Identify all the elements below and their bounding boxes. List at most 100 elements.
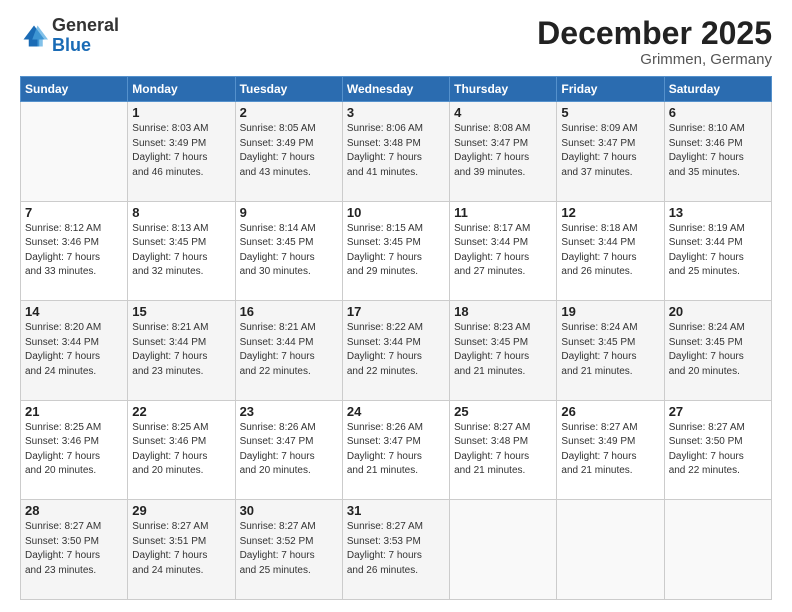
day-number: 1: [132, 105, 230, 120]
day-number: 24: [347, 404, 445, 419]
logo-text: General Blue: [52, 16, 119, 56]
logo-icon: [20, 22, 48, 50]
table-row: 9 Sunrise: 8:14 AMSunset: 3:45 PMDaylight…: [235, 201, 342, 301]
day-info: Sunrise: 8:14 AMSunset: 3:45 PMDaylight:…: [240, 222, 338, 280]
header-monday: Monday: [128, 77, 235, 102]
table-row: 30 Sunrise: 8:27 AMSunset: 3:52 PMDayligh…: [235, 500, 342, 600]
day-info: Sunrise: 8:13 AMSunset: 3:45 PMDaylight:…: [132, 222, 230, 280]
day-number: 3: [347, 105, 445, 120]
day-number: 8: [132, 205, 230, 220]
table-row: 17 Sunrise: 8:22 AMSunset: 3:44 PMDayligh…: [342, 301, 449, 401]
header-friday: Friday: [557, 77, 664, 102]
day-number: 22: [132, 404, 230, 419]
day-number: 28: [25, 503, 123, 518]
day-number: 31: [347, 503, 445, 518]
day-number: 7: [25, 205, 123, 220]
day-number: 12: [561, 205, 659, 220]
calendar-week-row: 28 Sunrise: 8:27 AMSunset: 3:50 PMDayligh…: [21, 500, 772, 600]
header-saturday: Saturday: [664, 77, 771, 102]
day-info: Sunrise: 8:22 AMSunset: 3:44 PMDaylight:…: [347, 321, 445, 379]
day-info: Sunrise: 8:27 AMSunset: 3:48 PMDaylight:…: [454, 421, 552, 479]
title-block: December 2025 Grimmen, Germany: [537, 16, 772, 68]
day-number: 15: [132, 304, 230, 319]
calendar-table: Sunday Monday Tuesday Wednesday Thursday…: [20, 76, 772, 600]
day-info: Sunrise: 8:27 AMSunset: 3:50 PMDaylight:…: [25, 520, 123, 578]
table-row: 10 Sunrise: 8:15 AMSunset: 3:45 PMDayligh…: [342, 201, 449, 301]
day-number: 16: [240, 304, 338, 319]
table-row: 24 Sunrise: 8:26 AMSunset: 3:47 PMDayligh…: [342, 400, 449, 500]
day-number: 29: [132, 503, 230, 518]
day-number: 17: [347, 304, 445, 319]
calendar-week-row: 1 Sunrise: 8:03 AMSunset: 3:49 PMDaylight…: [21, 102, 772, 202]
table-row: 31 Sunrise: 8:27 AMSunset: 3:53 PMDayligh…: [342, 500, 449, 600]
table-row: 15Sunrise: 8:21 AMSunset: 3:44 PMDayligh…: [128, 301, 235, 401]
day-info: Sunrise: 8:21 AMSunset: 3:44 PMDaylight:…: [240, 321, 338, 379]
day-info: Sunrise: 8:03 AMSunset: 3:49 PMDaylight:…: [132, 122, 230, 180]
day-info: Sunrise: 8:27 AMSunset: 3:53 PMDaylight:…: [347, 520, 445, 578]
day-info: Sunrise: 8:08 AMSunset: 3:47 PMDaylight:…: [454, 122, 552, 180]
day-info: Sunrise: 8:25 AMSunset: 3:46 PMDaylight:…: [25, 421, 123, 479]
table-row: 23 Sunrise: 8:26 AMSunset: 3:47 PMDayligh…: [235, 400, 342, 500]
day-info: Sunrise: 8:12 AMSunset: 3:46 PMDaylight:…: [25, 222, 123, 280]
day-info: Sunrise: 8:06 AMSunset: 3:48 PMDaylight:…: [347, 122, 445, 180]
month-title: December 2025: [537, 16, 772, 51]
table-row: 11 Sunrise: 8:17 AMSunset: 3:44 PMDayligh…: [450, 201, 557, 301]
table-row: 21 Sunrise: 8:25 AMSunset: 3:46 PMDayligh…: [21, 400, 128, 500]
weekday-header-row: Sunday Monday Tuesday Wednesday Thursday…: [21, 77, 772, 102]
table-row: [21, 102, 128, 202]
table-row: 20 Sunrise: 8:24 AMSunset: 3:45 PMDayligh…: [664, 301, 771, 401]
day-number: 5: [561, 105, 659, 120]
day-info: Sunrise: 8:18 AMSunset: 3:44 PMDaylight:…: [561, 222, 659, 280]
header-tuesday: Tuesday: [235, 77, 342, 102]
day-info: Sunrise: 8:27 AMSunset: 3:52 PMDaylight:…: [240, 520, 338, 578]
logo: General Blue: [20, 16, 119, 56]
day-number: 26: [561, 404, 659, 419]
table-row: 13 Sunrise: 8:19 AMSunset: 3:44 PMDayligh…: [664, 201, 771, 301]
table-row: 16 Sunrise: 8:21 AMSunset: 3:44 PMDayligh…: [235, 301, 342, 401]
logo-blue-text: Blue: [52, 35, 91, 55]
day-info: Sunrise: 8:25 AMSunset: 3:46 PMDaylight:…: [132, 421, 230, 479]
table-row: 19 Sunrise: 8:24 AMSunset: 3:45 PMDayligh…: [557, 301, 664, 401]
day-info: Sunrise: 8:10 AMSunset: 3:46 PMDaylight:…: [669, 122, 767, 180]
day-info: Sunrise: 8:23 AMSunset: 3:45 PMDaylight:…: [454, 321, 552, 379]
day-number: 11: [454, 205, 552, 220]
table-row: 27 Sunrise: 8:27 AMSunset: 3:50 PMDayligh…: [664, 400, 771, 500]
day-number: 2: [240, 105, 338, 120]
day-info: Sunrise: 8:26 AMSunset: 3:47 PMDaylight:…: [240, 421, 338, 479]
day-info: Sunrise: 8:19 AMSunset: 3:44 PMDaylight:…: [669, 222, 767, 280]
day-number: 9: [240, 205, 338, 220]
day-number: 27: [669, 404, 767, 419]
header-sunday: Sunday: [21, 77, 128, 102]
calendar-week-row: 21 Sunrise: 8:25 AMSunset: 3:46 PMDayligh…: [21, 400, 772, 500]
day-number: 14: [25, 304, 123, 319]
location-subtitle: Grimmen, Germany: [537, 51, 772, 68]
day-number: 20: [669, 304, 767, 319]
table-row: 14Sunrise: 8:20 AMSunset: 3:44 PMDayligh…: [21, 301, 128, 401]
day-info: Sunrise: 8:24 AMSunset: 3:45 PMDaylight:…: [669, 321, 767, 379]
table-row: 18Sunrise: 8:23 AMSunset: 3:45 PMDayligh…: [450, 301, 557, 401]
day-number: 4: [454, 105, 552, 120]
day-info: Sunrise: 8:26 AMSunset: 3:47 PMDaylight:…: [347, 421, 445, 479]
table-row: 7 Sunrise: 8:12 AMSunset: 3:46 PMDaylight…: [21, 201, 128, 301]
day-number: 19: [561, 304, 659, 319]
day-number: 13: [669, 205, 767, 220]
table-row: 3 Sunrise: 8:06 AMSunset: 3:48 PMDaylight…: [342, 102, 449, 202]
day-info: Sunrise: 8:17 AMSunset: 3:44 PMDaylight:…: [454, 222, 552, 280]
day-info: Sunrise: 8:27 AMSunset: 3:50 PMDaylight:…: [669, 421, 767, 479]
day-number: 30: [240, 503, 338, 518]
table-row: [664, 500, 771, 600]
day-info: Sunrise: 8:27 AMSunset: 3:49 PMDaylight:…: [561, 421, 659, 479]
day-info: Sunrise: 8:15 AMSunset: 3:45 PMDaylight:…: [347, 222, 445, 280]
header: General Blue December 2025 Grimmen, Germ…: [20, 16, 772, 68]
day-number: 23: [240, 404, 338, 419]
table-row: 29Sunrise: 8:27 AMSunset: 3:51 PMDayligh…: [128, 500, 235, 600]
day-number: 21: [25, 404, 123, 419]
header-thursday: Thursday: [450, 77, 557, 102]
table-row: [450, 500, 557, 600]
day-number: 6: [669, 105, 767, 120]
day-info: Sunrise: 8:24 AMSunset: 3:45 PMDaylight:…: [561, 321, 659, 379]
page: General Blue December 2025 Grimmen, Germ…: [0, 0, 792, 612]
day-info: Sunrise: 8:05 AMSunset: 3:49 PMDaylight:…: [240, 122, 338, 180]
day-number: 10: [347, 205, 445, 220]
table-row: 4 Sunrise: 8:08 AMSunset: 3:47 PMDaylight…: [450, 102, 557, 202]
